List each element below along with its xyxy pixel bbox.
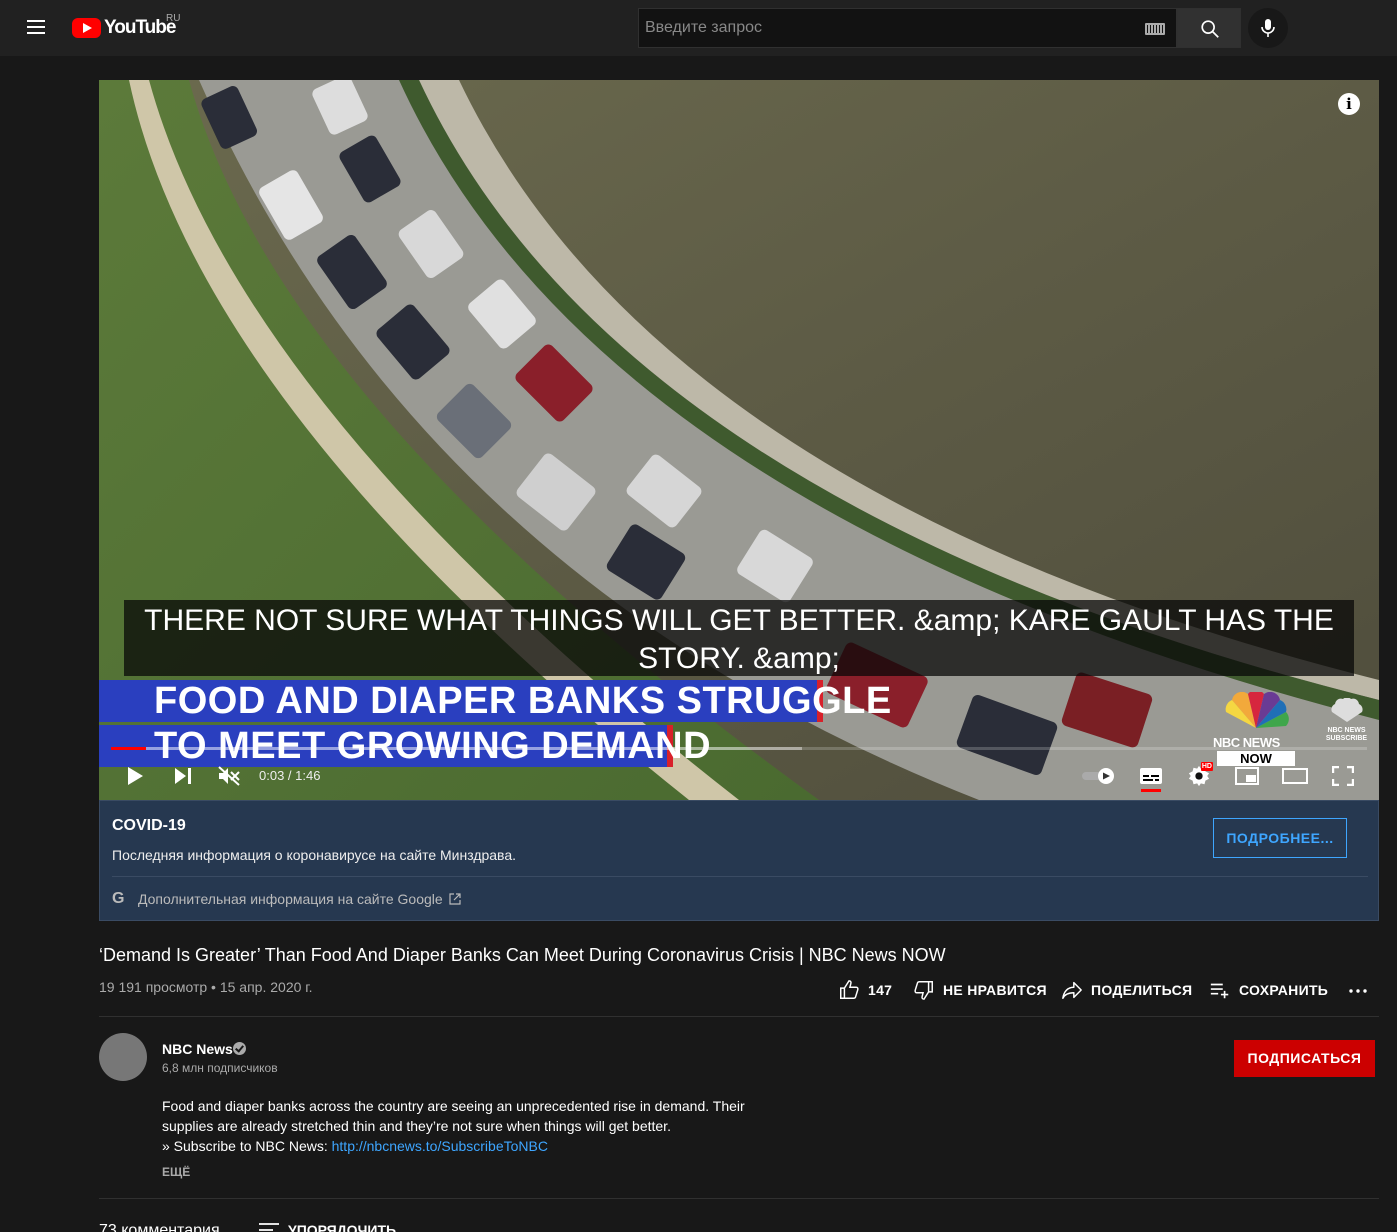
divider <box>99 1016 1379 1017</box>
save-button[interactable]: СОХРАНИТЬ <box>1209 972 1328 1008</box>
play-icon <box>128 767 143 785</box>
channel-name[interactable]: NBC News <box>162 1041 233 1057</box>
more-horizontal-icon <box>1349 989 1367 993</box>
autoplay-toggle-icon <box>1082 768 1114 784</box>
microphone-icon <box>1261 19 1275 37</box>
google-icon: G <box>112 890 125 907</box>
add-to-playlist-icon <box>1210 983 1229 999</box>
keyboard-icon[interactable] <box>1145 23 1165 35</box>
covid-text: Последняя информация о коронавирусе на с… <box>112 847 517 863</box>
subscribe-button[interactable]: ПОДПИСАТЬСЯ <box>1234 1040 1375 1077</box>
like-button[interactable]: 147 <box>838 972 892 1008</box>
search-input[interactable] <box>639 9 1129 47</box>
verified-badge-icon <box>233 1042 246 1055</box>
subscriber-count: 6,8 млн подписчиков <box>162 1061 278 1075</box>
progress-bar[interactable] <box>111 747 1367 750</box>
search-button[interactable] <box>1177 8 1241 48</box>
player-controls: 0:03 / 1:46 HD <box>99 756 1379 796</box>
like-count: 147 <box>868 982 893 998</box>
logo-text: YouTube <box>104 17 176 38</box>
sort-icon <box>259 1223 279 1231</box>
show-more-button[interactable]: ЕЩЁ <box>162 1165 190 1179</box>
divider <box>112 876 1368 877</box>
video-player[interactable]: i THERE NOT SURE WHAT THINGS WILL GET BE… <box>99 80 1379 800</box>
google-info-link[interactable]: G Дополнительная информация на сайте Goo… <box>112 889 461 909</box>
play-button[interactable] <box>115 756 155 796</box>
subscribe-link[interactable]: http://nbcnews.to/SubscribeToNBC <box>332 1138 548 1154</box>
description-text: Food and diaper banks across the country… <box>162 1098 745 1134</box>
google-info-text: Дополнительная информация на сайте Googl… <box>138 891 443 907</box>
time-display: 0:03 / 1:46 <box>259 768 321 783</box>
subscribe-watermark[interactable]: NBC NEWS SUBSCRIBE <box>1324 697 1369 743</box>
nbc-peacock-mono-icon <box>1330 697 1363 722</box>
subscribe-watermark-text: NBC NEWS SUBSCRIBE <box>1325 727 1368 742</box>
mute-button[interactable] <box>209 756 249 796</box>
hd-badge: HD <box>1200 762 1213 771</box>
sort-label: УПОРЯДОЧИТЬ <box>288 1222 397 1232</box>
info-icon[interactable]: i <box>1338 93 1360 115</box>
share-icon <box>1062 981 1082 999</box>
theater-mode-button[interactable] <box>1275 756 1315 796</box>
fullscreen-icon <box>1332 766 1354 786</box>
share-label: ПОДЕЛИТЬСЯ <box>1091 982 1193 998</box>
next-button[interactable] <box>163 756 203 796</box>
thumbs-down-icon <box>914 981 933 1000</box>
nbc-peacock-icon <box>1225 692 1289 728</box>
top-bar: YouTube RU <box>0 0 1397 56</box>
video-description: Food and diaper banks across the country… <box>162 1096 762 1156</box>
comments-count: 73 комментария <box>99 1222 220 1232</box>
subtitles-button[interactable] <box>1131 756 1171 796</box>
thumbs-up-icon <box>840 980 859 999</box>
voice-search-button[interactable] <box>1248 8 1288 48</box>
closed-caption: THERE NOT SURE WHAT THINGS WILL GET BETT… <box>124 600 1354 676</box>
covid-info-panel: COVID-19 Последняя информация о коронави… <box>99 800 1379 921</box>
menu-icon[interactable] <box>24 16 48 40</box>
youtube-logo[interactable]: YouTube <box>72 17 176 39</box>
muted-speaker-icon <box>218 766 240 786</box>
channel-avatar[interactable] <box>99 1033 147 1081</box>
divider <box>99 1198 1379 1199</box>
settings-button[interactable]: HD <box>1179 756 1219 796</box>
search-icon <box>1201 20 1219 38</box>
youtube-play-icon <box>72 18 101 38</box>
covid-title: COVID-19 <box>112 817 186 834</box>
progress-played <box>111 747 147 750</box>
video-title: ‘Demand Is Greater’ Than Food And Diaper… <box>99 945 946 965</box>
more-actions-button[interactable] <box>1346 978 1370 1002</box>
sort-comments-button[interactable]: УПОРЯДОЧИТЬ <box>258 1222 396 1232</box>
autoplay-toggle[interactable] <box>1080 756 1120 796</box>
description-subscribe-line: » Subscribe to NBC News: http://nbcnews.… <box>162 1136 762 1156</box>
subtitles-active-indicator <box>1141 789 1161 792</box>
dislike-label: НЕ НРАВИТСЯ <box>943 982 1047 998</box>
chyron-line-1: FOOD AND DIAPER BANKS STRUGGLE <box>99 680 891 722</box>
covid-more-button[interactable]: ПОДРОБНЕЕ... <box>1213 818 1347 858</box>
external-link-icon <box>449 893 461 905</box>
miniplayer-icon <box>1235 767 1259 785</box>
dislike-button[interactable]: НЕ НРАВИТСЯ <box>913 972 1047 1008</box>
subtitles-icon <box>1140 768 1162 784</box>
video-meta: 19 191 просмотр • 15 апр. 2020 г. <box>99 979 313 995</box>
next-icon <box>175 768 191 784</box>
region-label: RU <box>166 13 181 24</box>
miniplayer-button[interactable] <box>1227 756 1267 796</box>
fullscreen-button[interactable] <box>1323 756 1363 796</box>
save-label: СОХРАНИТЬ <box>1239 982 1329 998</box>
share-button[interactable]: ПОДЕЛИТЬСЯ <box>1061 972 1192 1008</box>
search-box <box>638 8 1177 48</box>
progress-buffer <box>111 747 802 750</box>
theater-mode-icon <box>1282 768 1308 784</box>
description-subscribe-prefix: » Subscribe to NBC News: <box>162 1138 332 1154</box>
